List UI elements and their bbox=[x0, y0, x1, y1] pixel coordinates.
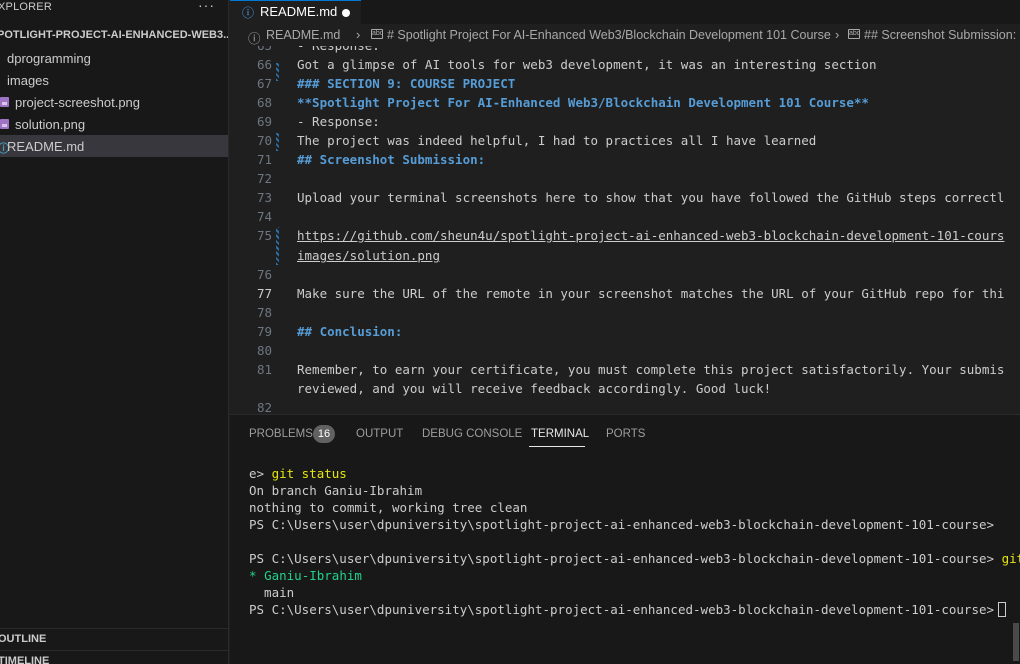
code-line: images/solution.png bbox=[297, 248, 440, 263]
code-editor[interactable]: 65 - Response: 66 Got a glimpse of AI tools… bbox=[230, 46, 1020, 414]
tree-item-label: dprogramming bbox=[7, 51, 91, 66]
line-number: 73 bbox=[256, 190, 272, 205]
line-number: 81 bbox=[256, 362, 272, 377]
bottom-panel: PROBLEMS 16 OUTPUT DEBUG CONSOLE TERMINA… bbox=[230, 414, 1020, 664]
code-line: ## Screenshot Submission: bbox=[297, 152, 486, 167]
terminal-line: e> git status bbox=[249, 466, 347, 481]
tab-terminal[interactable]: TERMINAL bbox=[531, 428, 589, 440]
terminal-line: nothing to commit, working tree clean bbox=[249, 500, 528, 515]
tree-item-project-screeshot[interactable]: project-screeshot.png bbox=[0, 91, 228, 113]
breadcrumb-section-2[interactable]: ## Screenshot Submission: bbox=[864, 28, 1016, 42]
tree-item-label: solution.png bbox=[15, 117, 86, 132]
outline-section[interactable]: OUTLINE bbox=[0, 628, 228, 650]
code-line: **Spotlight Project For AI-Enhanced Web3… bbox=[297, 95, 869, 110]
tab-output[interactable]: OUTPUT bbox=[356, 428, 403, 440]
line-number: 78 bbox=[256, 305, 272, 320]
terminal-line: PS C:\Users\user\dpuniversity\spotlight-… bbox=[249, 551, 1020, 566]
line-number: 72 bbox=[256, 171, 272, 186]
gutter-modified-marker bbox=[276, 227, 279, 265]
code-line: Remember, to earn your certificate, you … bbox=[297, 362, 1005, 377]
outline-section-label: OUTLINE bbox=[0, 633, 47, 645]
tree-item-images[interactable]: images bbox=[0, 69, 228, 91]
terminal-scrollbar[interactable] bbox=[1013, 623, 1019, 661]
code-line: ## Conclusion: bbox=[297, 324, 403, 339]
explorer-title: XPLORER bbox=[0, 1, 52, 13]
terminal-cursor bbox=[998, 602, 1007, 617]
tree-item-label: project-screeshot.png bbox=[15, 95, 141, 110]
branch-marker: * bbox=[249, 568, 265, 583]
terminal-line: PS C:\Users\user\dpuniversity\spotlight-… bbox=[249, 602, 1007, 617]
timeline-section[interactable]: TIMELINE bbox=[0, 650, 228, 664]
breadcrumb-section-1[interactable]: # Spotlight Project For AI-Enhanced Web3… bbox=[387, 28, 831, 42]
code-line: - Response: bbox=[297, 46, 380, 53]
terminal-prompt: PS C:\Users\user\dpuniversity\spotlight-… bbox=[249, 602, 995, 617]
image-file-icon bbox=[0, 97, 9, 107]
project-folder[interactable]: POTLIGHT-PROJECT-AI-ENHANCED-WEB3... bbox=[0, 26, 229, 46]
terminal-prompt: PS C:\Users\user\dpuniversity\spotlight-… bbox=[249, 517, 995, 532]
breadcrumb: ⓘ README.md › abc # Spotlight Project Fo… bbox=[230, 26, 1020, 46]
tree-item-label: README.md bbox=[7, 139, 85, 154]
line-number: 70 bbox=[256, 133, 272, 148]
symbol-string-icon: abc bbox=[848, 29, 861, 39]
line-number: 82 bbox=[256, 400, 272, 414]
more-actions-icon[interactable]: ··· bbox=[198, 0, 215, 13]
code-line: - Response: bbox=[297, 114, 380, 129]
code-line: Got a glimpse of AI tools for web3 devel… bbox=[297, 57, 877, 72]
terminal-prompt-fragment: e> bbox=[249, 466, 272, 481]
tab-debug-console[interactable]: DEBUG CONSOLE bbox=[422, 428, 522, 440]
tab-label: README.md bbox=[260, 4, 338, 19]
terminal-output[interactable]: e> git status On branch Ganiu-Ibrahim no… bbox=[230, 463, 1020, 664]
line-number: 76 bbox=[256, 267, 272, 282]
terminal-command: git status bbox=[271, 466, 347, 481]
unsaved-dot-icon[interactable] bbox=[342, 9, 350, 17]
symbol-string-icon: abc bbox=[371, 29, 384, 39]
line-number: 67 bbox=[256, 76, 272, 91]
gutter-modified-marker bbox=[276, 133, 279, 151]
line-number: 71 bbox=[256, 152, 272, 167]
code-line: The project was indeed helpful, I had to… bbox=[297, 133, 817, 148]
code-line: Make sure the URL of the remote in your … bbox=[297, 286, 1005, 301]
line-number: 66 bbox=[256, 57, 272, 72]
current-branch: Ganiu-Ibrahim bbox=[264, 568, 362, 583]
breadcrumb-separator: › bbox=[356, 27, 361, 42]
code-line: Upload your terminal screenshots here to… bbox=[297, 190, 1005, 205]
image-file-icon bbox=[0, 119, 9, 129]
explorer-header: XPLORER ··· bbox=[0, 0, 228, 17]
tab-readme[interactable]: ⓘ README.md bbox=[230, 0, 361, 24]
tab-ports[interactable]: PORTS bbox=[606, 428, 645, 440]
tree-item-readme[interactable]: ⓘ README.md bbox=[0, 135, 228, 157]
timeline-section-label: TIMELINE bbox=[0, 655, 50, 664]
terminal-command: git branc bbox=[1001, 551, 1020, 566]
code-line: https://github.com/sheun4u/spotlight-pro… bbox=[297, 228, 1005, 243]
gutter-modified-marker bbox=[276, 63, 279, 81]
terminal-prompt: PS C:\Users\user\dpuniversity\spotlight-… bbox=[249, 551, 995, 566]
info-icon: ⓘ bbox=[248, 32, 261, 46]
tree-item-dprogramming[interactable]: dprogramming bbox=[0, 47, 228, 69]
code-line: reviewed, and you will receive feedback … bbox=[297, 381, 772, 396]
tab-problems[interactable]: PROBLEMS bbox=[249, 428, 313, 440]
line-number: 80 bbox=[256, 343, 272, 358]
active-tab-indicator bbox=[529, 446, 585, 447]
breadcrumb-separator: › bbox=[835, 27, 840, 42]
editor-tab-bar: ⓘ README.md bbox=[230, 0, 1020, 24]
breadcrumb-file[interactable]: README.md bbox=[266, 28, 340, 42]
line-number: 75 bbox=[256, 228, 272, 243]
explorer-sidebar: XPLORER ··· POTLIGHT-PROJECT-AI-ENHANCED… bbox=[0, 0, 229, 664]
line-number: 68 bbox=[256, 95, 272, 110]
terminal-line: main bbox=[249, 585, 295, 600]
project-folder-label: POTLIGHT-PROJECT-AI-ENHANCED-WEB3... bbox=[0, 29, 229, 41]
problems-count-badge: 16 bbox=[313, 425, 335, 443]
line-number: 77 bbox=[256, 286, 272, 301]
tree-item-solution[interactable]: solution.png bbox=[0, 113, 228, 135]
line-number: 65 bbox=[230, 46, 272, 53]
line-number: 69 bbox=[256, 114, 272, 129]
terminal-line: On branch Ganiu-Ibrahim bbox=[249, 483, 423, 498]
info-icon: ⓘ bbox=[242, 6, 255, 20]
line-number: 74 bbox=[256, 209, 272, 224]
terminal-line: * Ganiu-Ibrahim bbox=[249, 568, 362, 583]
tree-item-label: images bbox=[7, 73, 49, 88]
code-line: ### SECTION 9: COURSE PROJECT bbox=[297, 76, 516, 91]
line-number: 79 bbox=[256, 324, 272, 339]
